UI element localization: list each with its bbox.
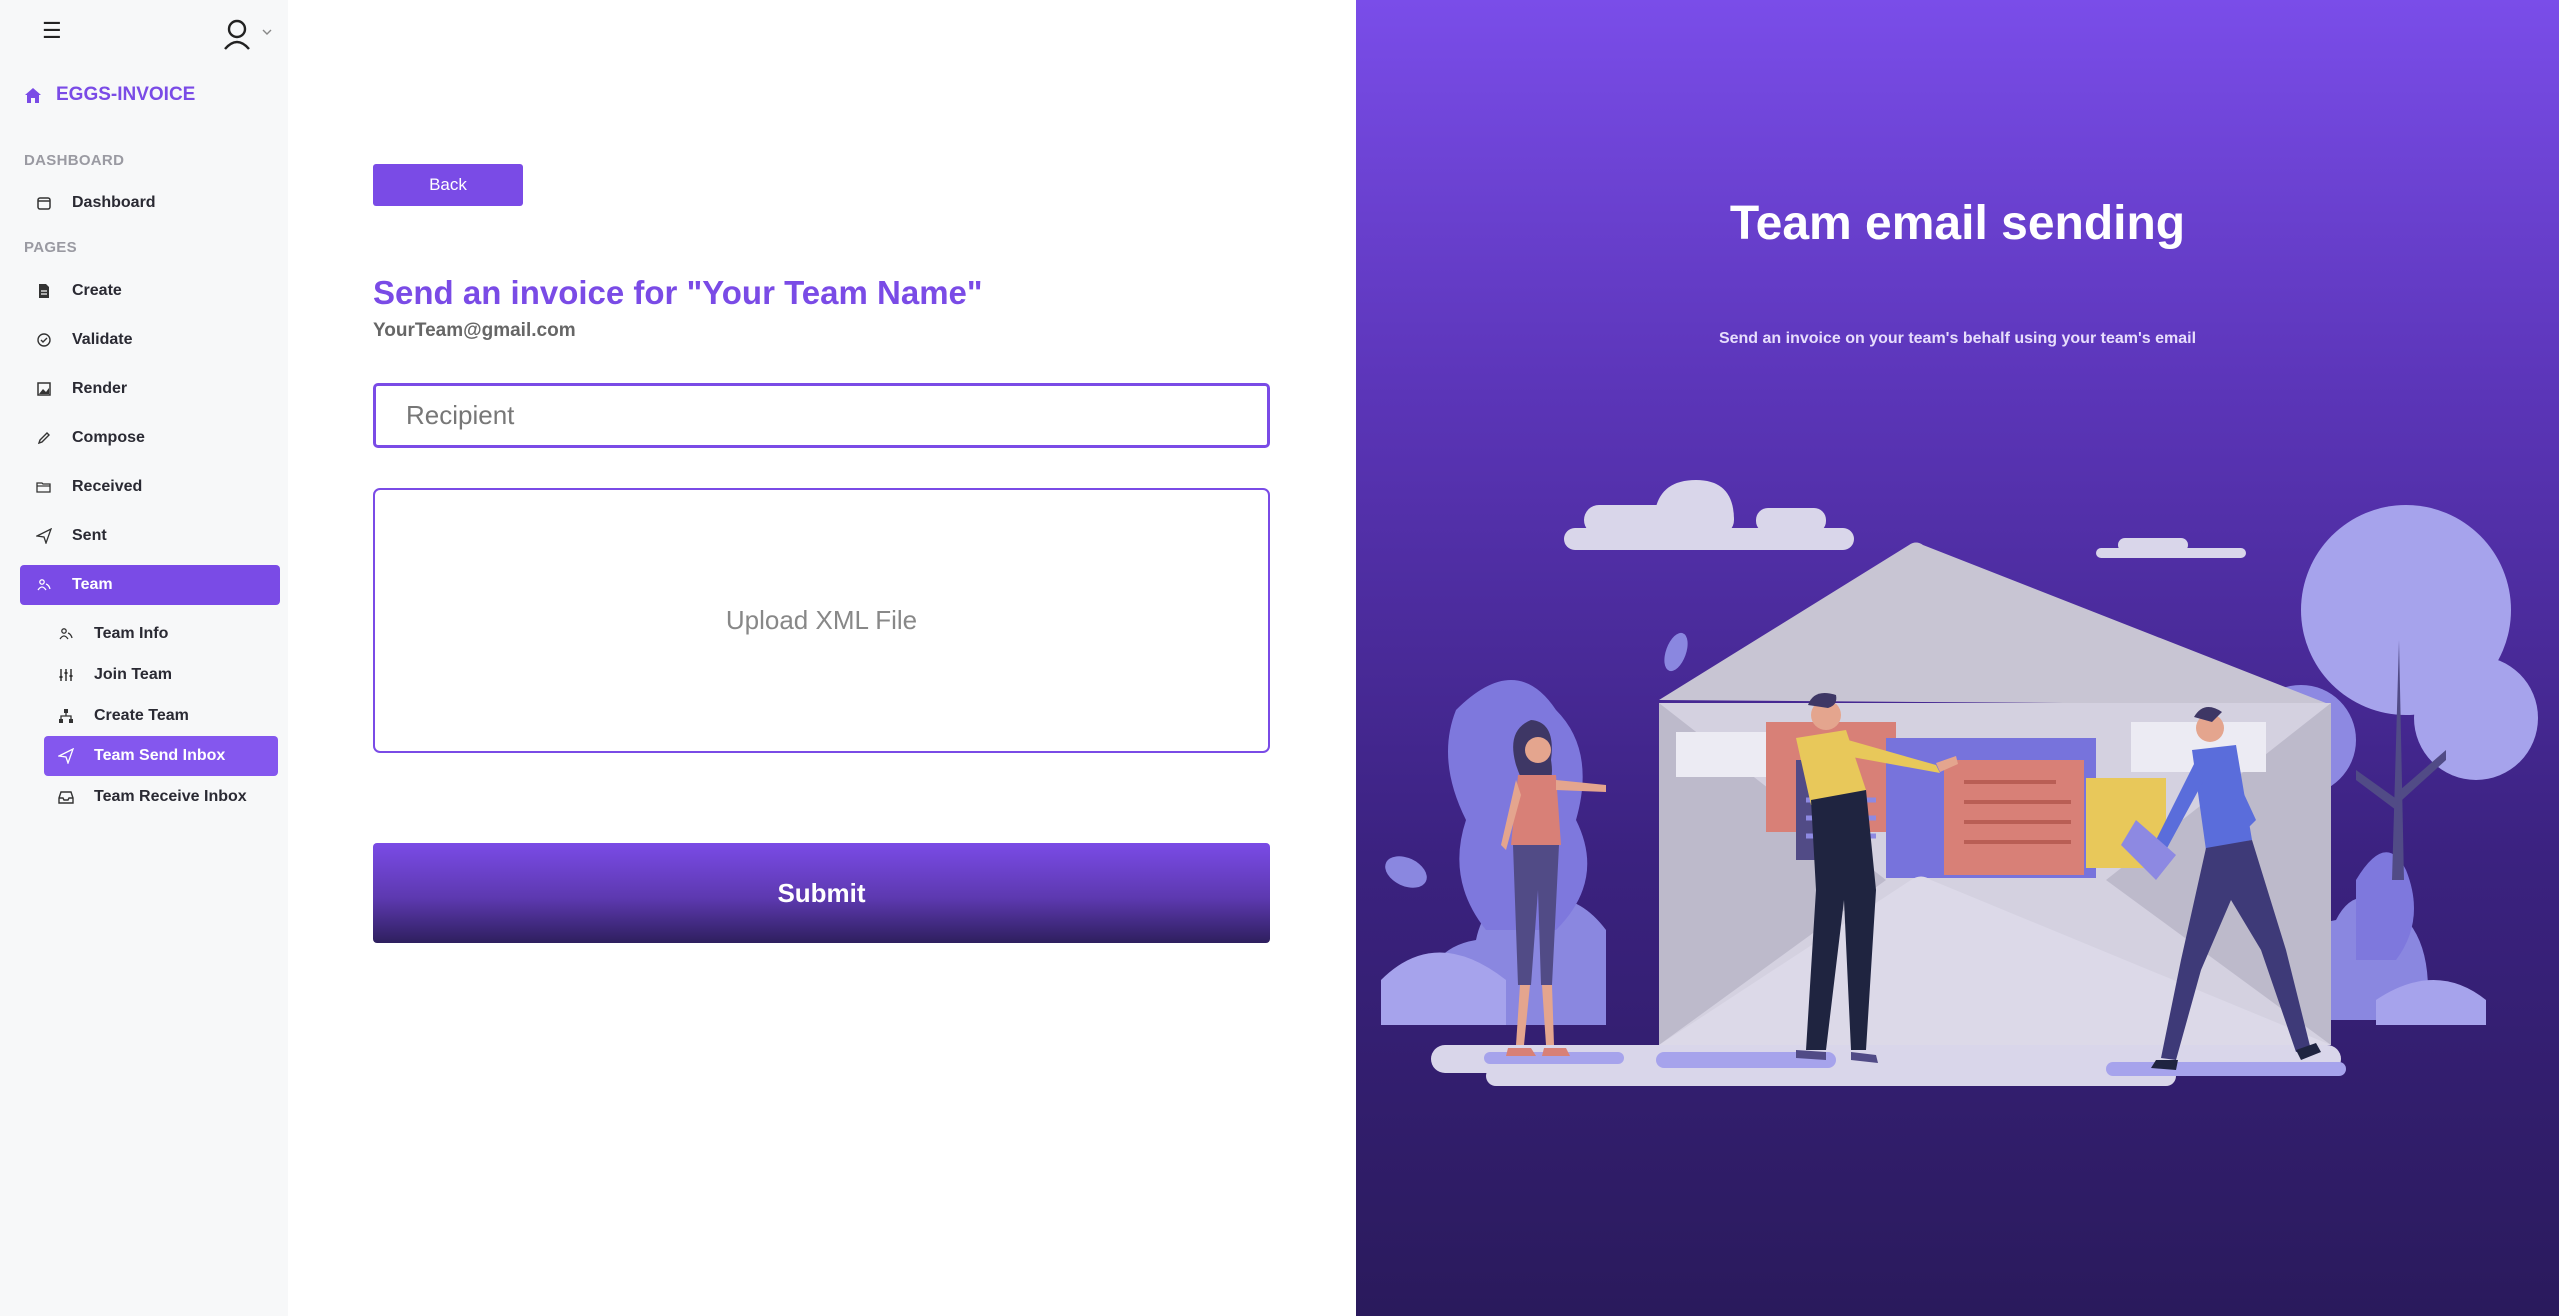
sidebar-subitem-join-team[interactable]: Join Team [44,655,278,695]
sidebar-item-sent[interactable]: Sent [20,516,280,556]
upload-label: Upload XML File [725,605,918,635]
user-avatar-icon[interactable] [222,18,252,50]
sidebar-item-label: Received [72,478,143,495]
sidebar-item-label: Sent [72,527,107,544]
xml-upload-dropzone[interactable]: Upload XML File [373,488,1270,753]
send-icon [58,748,74,764]
sidebar-item-label: Validate [72,331,133,348]
panel-subtitle: Send an invoice on your team's behalf us… [1718,330,2197,347]
sidebar-item-label: Render [72,380,128,397]
sidebar-item-team[interactable]: Team [20,565,280,605]
sidebar-item-label: Create [72,282,122,299]
team-icon [37,579,51,591]
sidebar-item-dashboard[interactable]: Dashboard [20,183,280,223]
team-icon [59,628,73,640]
team-email: YourTeam@gmail.com [373,320,576,341]
sidebar-item-received[interactable]: Received [20,467,280,507]
pencil-icon [37,432,50,445]
team-email-illustration [1381,480,2538,1086]
sidebar-item-label: Team [72,576,113,593]
sidebar-item-compose[interactable]: Compose [20,418,280,458]
check-circle-icon [37,333,51,347]
sidebar-subitem-label: Create Team [94,707,189,724]
image-icon [37,382,51,396]
home-icon [25,87,41,103]
sidebar-item-label: Compose [72,429,145,446]
calendar-icon [37,197,51,210]
recipient-input[interactable] [373,383,1270,448]
promo-panel: Team email sending Send an invoice on yo… [1356,0,2559,1316]
sitemap-icon [59,709,73,723]
form-title: Send an invoice for "Your Team Name" [373,274,983,311]
sidebar-subitem-label: Team Send Inbox [94,747,226,764]
chevron-down-icon[interactable] [262,28,272,36]
back-button[interactable]: Back [373,164,523,206]
brand[interactable]: EGGS-INVOICE [24,84,195,106]
sidebar-subitem-label: Team Receive Inbox [94,788,247,805]
sidebar-subitem-team-receive-inbox[interactable]: Team Receive Inbox [44,777,278,817]
sliders-icon [59,669,73,681]
sidebar-item-render[interactable]: Render [20,369,280,409]
section-label-dashboard: DASHBOARD [24,152,125,169]
file-icon [39,284,49,298]
panel-title: Team email sending [1729,197,2186,250]
inbox-icon [58,791,74,804]
submit-button[interactable]: Submit [373,843,1270,943]
sidebar-subitem-team-info[interactable]: Team Info [44,614,278,654]
sidebar-subitem-create-team[interactable]: Create Team [44,696,278,736]
folder-open-icon [36,482,51,493]
sidebar-item-validate[interactable]: Validate [20,320,280,360]
sidebar: ☰ EGGS-INVOICE DASHBOARD Dashboard PAGES… [0,0,288,1316]
send-icon [36,528,52,544]
sidebar-subitem-label: Join Team [94,666,172,683]
section-label-pages: PAGES [24,239,77,256]
brand-name: EGGS-INVOICE [56,84,196,105]
hamburger-menu-icon[interactable]: ☰ [42,18,62,44]
sidebar-subitem-team-send-inbox[interactable]: Team Send Inbox [44,736,278,776]
sidebar-item-create[interactable]: Create [20,271,280,311]
sidebar-item-label: Dashboard [72,194,156,211]
sidebar-subitem-label: Team Info [94,625,169,642]
